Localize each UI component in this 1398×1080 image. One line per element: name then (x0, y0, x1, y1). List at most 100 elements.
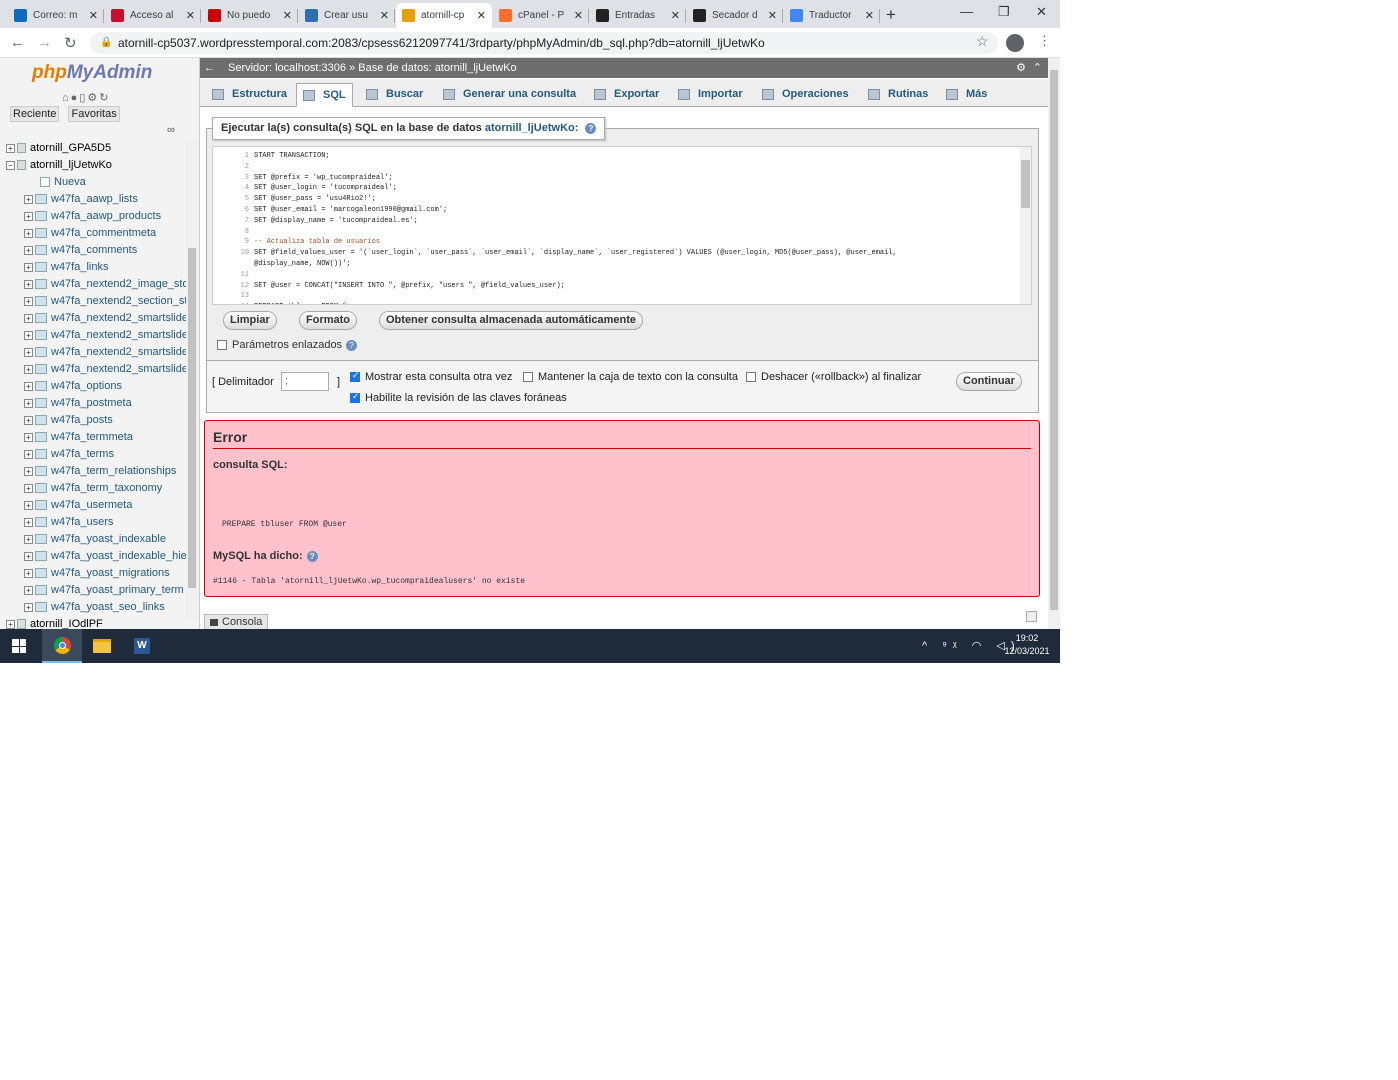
browser-tab[interactable]: cPanel - P ✕ (493, 3, 589, 28)
tree-table[interactable]: + w47fa_yoast_migrations (6, 565, 186, 582)
url-input[interactable]: 🔒 atornill-cp5037.wordpresstemporal.com:… (90, 32, 998, 54)
browser-tab[interactable]: Secador d ✕ (687, 3, 783, 28)
tab-sql[interactable]: SQL (296, 83, 353, 107)
help-icon[interactable]: ● (71, 92, 80, 104)
tree-table[interactable]: + w47fa_term_taxonomy (6, 480, 186, 497)
restore-button[interactable]: ❐ (998, 4, 1010, 20)
clock[interactable]: 19:02 12/03/2021 (998, 632, 1056, 658)
tree-table[interactable]: +w47fa_nextend2_image_storage (6, 276, 186, 293)
editor-scrollbar-thumb[interactable] (1021, 160, 1030, 208)
nav-scrollbar-thumb[interactable] (188, 248, 196, 588)
tree-table[interactable]: +w47fa_nextend2_smartslider3_generators (6, 310, 186, 327)
bookmark-star-icon[interactable]: ☆ (976, 33, 989, 50)
link-icon[interactable]: ∞ (167, 124, 175, 136)
collapse-icon[interactable]: ← (204, 58, 215, 78)
browser-tab[interactable]: Crear usu ✕ (299, 3, 395, 28)
breadcrumb-database[interactable]: Base de datos: atornill_ljUetwKo (358, 62, 516, 74)
help-icon[interactable]: ? (346, 339, 358, 351)
tree-table[interactable]: + w47fa_yoast_indexable (6, 531, 186, 548)
favorites-tab[interactable]: Favoritas (68, 106, 120, 122)
tab-generar-una-consulta[interactable]: Generar una consulta (437, 83, 582, 107)
profile-avatar[interactable] (1006, 34, 1024, 52)
home-icon[interactable]: ⌂ (62, 92, 71, 104)
tab-close-icon[interactable]: ✕ (186, 9, 195, 22)
bottom-corner-icon[interactable] (1026, 611, 1037, 622)
reload-nav-icon[interactable]: ↻ (99, 92, 110, 104)
browser-tab[interactable]: Correo: m ✕ (8, 3, 104, 28)
minimize-button[interactable]: — (960, 4, 973, 19)
tree-table[interactable]: +w47fa_nextend2_smartslider3_sliders (6, 327, 186, 344)
tab-buscar[interactable]: Buscar (360, 83, 429, 107)
tree-table[interactable]: + w47fa_links (6, 259, 186, 276)
tree-table[interactable]: + w47fa_postmeta (6, 395, 186, 412)
tree-table[interactable]: + w47fa_comments (6, 242, 186, 259)
tree-table[interactable]: + w47fa_termmeta (6, 429, 186, 446)
autosaved-query-button[interactable]: Obtener consulta almacenada automáticame… (379, 311, 644, 330)
tab-close-icon[interactable]: ✕ (283, 9, 292, 22)
word-taskbar-icon[interactable]: W (122, 629, 162, 663)
tree-table[interactable]: + w47fa_aawp_lists (6, 191, 186, 208)
help-icon[interactable]: ? (306, 550, 318, 562)
tree-table[interactable]: +w47fa_nextend2_smartslider3_slides (6, 344, 186, 361)
console-tab[interactable]: Consola (204, 614, 269, 629)
tree-database[interactable]: + atornill_GPA5D5 (6, 140, 186, 157)
phpmyadmin-logo[interactable]: phpMyAdmin (32, 62, 152, 84)
sql-editor[interactable]: 1 START TRANSACTION; 2 3 SET @prefix = 'wp_t… (212, 146, 1032, 305)
tree-table[interactable]: + w47fa_posts (6, 412, 186, 429)
browser-menu-icon[interactable]: ⋮ (1038, 33, 1051, 49)
back-icon[interactable]: ← (10, 34, 25, 51)
show-again-checkbox[interactable] (350, 370, 360, 383)
help-icon[interactable]: ? (585, 122, 597, 134)
tab-estructura[interactable]: Estructura (206, 83, 293, 107)
keep-box-checkbox[interactable] (523, 372, 533, 383)
tree-table[interactable]: + w47fa_usermeta (6, 497, 186, 514)
tree-table[interactable]: + w47fa_terms (6, 446, 186, 463)
browser-tab[interactable]: Entradas ✕ (590, 3, 686, 28)
tree-table[interactable]: + w47fa_commentmeta (6, 225, 186, 242)
format-button[interactable]: Formato (299, 311, 357, 330)
breadcrumb-server[interactable]: Servidor: localhost:3306 » (228, 62, 355, 74)
gear-icon[interactable]: ⚙ (1016, 58, 1026, 78)
tree-database[interactable]: − atornill_ljUetwKo (6, 157, 186, 174)
tab-close-icon[interactable]: ✕ (380, 9, 389, 22)
bind-params-checkbox[interactable] (217, 340, 227, 351)
explorer-taskbar-icon[interactable] (82, 629, 122, 663)
tree-table[interactable]: +w47fa_yoast_indexable_hierarchy (6, 548, 186, 565)
page-scrollbar-thumb[interactable] (1050, 70, 1058, 610)
tab-más[interactable]: Más (940, 83, 993, 107)
tab-close-icon[interactable]: ✕ (768, 9, 777, 22)
browser-tab[interactable]: Acceso al ✕ (105, 3, 201, 28)
browser-tab[interactable]: atornill-cp ✕ (396, 3, 492, 28)
tab-importar[interactable]: Importar (672, 83, 749, 107)
windows-start-icon[interactable] (12, 639, 26, 653)
tree-table[interactable]: + w47fa_users (6, 514, 186, 531)
settings-icon[interactable]: ⚙ (87, 92, 99, 104)
tab-close-icon[interactable]: ✕ (89, 9, 98, 22)
chrome-taskbar-icon[interactable] (42, 629, 82, 663)
tab-close-icon[interactable]: ✕ (477, 9, 486, 22)
tree-table[interactable]: + w47fa_aawp_products (6, 208, 186, 225)
tab-exportar[interactable]: Exportar (588, 83, 665, 107)
clear-button[interactable]: Limpiar (223, 311, 277, 330)
new-tab-button[interactable]: + (886, 5, 896, 25)
close-window-button[interactable]: ✕ (1036, 4, 1047, 20)
forward-icon[interactable]: → (37, 34, 52, 51)
tree-database[interactable]: + atornill_IOdlPF (6, 616, 186, 629)
tree-table[interactable]: + w47fa_yoast_primary_term (6, 582, 186, 599)
recent-tab[interactable]: Reciente (10, 106, 60, 122)
tab-operaciones[interactable]: Operaciones (756, 83, 855, 107)
tab-close-icon[interactable]: ✕ (671, 9, 680, 22)
tab-rutinas[interactable]: Rutinas (862, 83, 934, 107)
rollback-checkbox[interactable] (746, 372, 756, 383)
tab-close-icon[interactable]: ✕ (574, 9, 583, 22)
tree-new-table[interactable]: Nueva (6, 174, 186, 191)
delimiter-input[interactable]: ; (281, 372, 329, 391)
tree-table[interactable]: + w47fa_term_relationships (6, 463, 186, 480)
continue-button[interactable]: Continuar (956, 372, 1022, 391)
reload-icon[interactable]: ↻ (64, 34, 77, 52)
collapse-up-icon[interactable]: ⌃ (1033, 58, 1042, 78)
tree-table[interactable]: + w47fa_options (6, 378, 186, 395)
tree-table[interactable]: +w47fa_nextend2_smartslider3_xref (6, 361, 186, 378)
tab-close-icon[interactable]: ✕ (865, 9, 874, 22)
tree-table[interactable]: + w47fa_yoast_seo_links (6, 599, 186, 616)
